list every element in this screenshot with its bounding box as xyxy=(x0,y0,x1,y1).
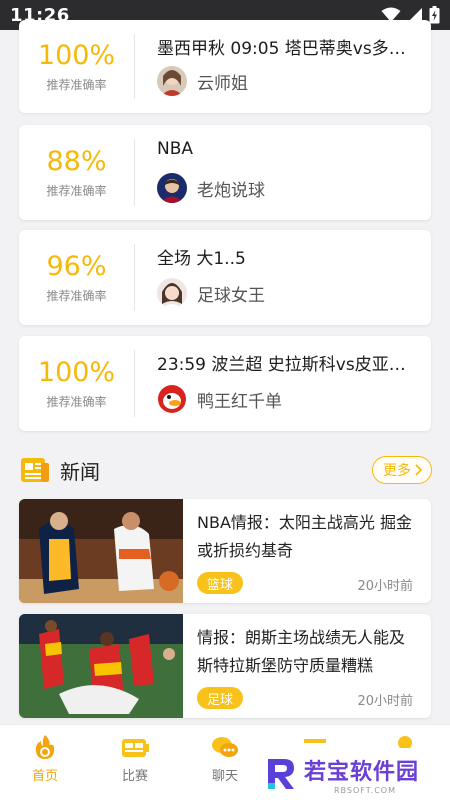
news-thumbnail xyxy=(19,499,183,603)
category-tag: 篮球 xyxy=(197,572,244,594)
match-icon xyxy=(122,739,149,757)
news-thumbnail xyxy=(19,614,183,718)
accuracy-rate: 96% xyxy=(46,251,107,282)
accuracy-rate: 88% xyxy=(46,146,107,177)
accuracy-label: 推荐准确率 xyxy=(46,289,107,303)
tip-title: 墨西甲秋 09:05 塔巴蒂奥vs多… xyxy=(157,39,406,59)
avatar xyxy=(157,66,187,96)
avatar xyxy=(157,173,187,203)
divider xyxy=(134,244,135,311)
divider xyxy=(134,139,135,206)
watermark-subtitle: RBSOFT.COM xyxy=(334,785,397,795)
home-fire-icon xyxy=(35,735,55,759)
author-name: 鸭王红千单 xyxy=(197,391,282,412)
avatar xyxy=(157,384,187,414)
tip-title: NBA xyxy=(157,139,194,159)
news-time: 20小时前 xyxy=(357,579,413,594)
tip-card[interactable]: 96% 推荐准确率 全场 大1..5 足球女王 xyxy=(19,230,431,325)
newspaper-icon xyxy=(21,458,49,482)
rate-box: 100% 推荐准确率 xyxy=(19,20,134,113)
watermark-text: 若宝软件园 RBSOFT.COM xyxy=(304,754,419,795)
watermark-title: 若宝软件园 xyxy=(304,759,420,785)
tip-title: 全场 大1..5 xyxy=(157,249,246,269)
chevron-right-icon xyxy=(415,464,423,476)
tip-card[interactable]: 100% 推荐准确率 23:59 波兰超 史拉斯科vs皮亚… 鸭王红千单 xyxy=(19,336,431,431)
news-headline: NBA情报：太阳主战高光 掘金或折损约基奇 xyxy=(197,513,412,560)
tip-author[interactable]: 老炮说球 xyxy=(157,173,265,203)
nav-label: 比赛 xyxy=(121,769,148,784)
battery-icon xyxy=(429,6,440,24)
rate-box: 100% 推荐准确率 xyxy=(19,336,134,431)
author-name: 足球女王 xyxy=(197,285,265,306)
divider xyxy=(134,34,135,99)
accuracy-label: 推荐准确率 xyxy=(46,395,107,409)
news-section-header: 新闻 更多 xyxy=(20,452,432,488)
tip-card[interactable]: 88% 推荐准确率 NBA 老炮说球 xyxy=(19,125,431,220)
accuracy-label: 推荐准确率 xyxy=(46,184,107,198)
avatar xyxy=(157,278,187,308)
tip-card[interactable]: 100% 推荐准确率 墨西甲秋 09:05 塔巴蒂奥vs多… 云师姐 xyxy=(19,20,431,113)
news-headline: 情报：朗斯主场战绩无人能及 斯特拉斯堡防守质量糟糕 xyxy=(197,628,406,675)
watermark: 若宝软件园 RBSOFT.COM xyxy=(250,748,450,800)
nav-label: 首页 xyxy=(31,769,58,784)
rate-box: 96% 推荐准确率 xyxy=(19,230,134,325)
nav-match[interactable]: 比赛 xyxy=(90,733,180,797)
author-name: 老炮说球 xyxy=(197,180,265,201)
news-time: 20小时前 xyxy=(357,694,413,709)
watermark-logo-icon xyxy=(268,759,294,789)
category-tag: 足球 xyxy=(197,687,244,709)
chat-icon xyxy=(212,737,238,757)
author-name: 云师姐 xyxy=(197,73,248,94)
tip-author[interactable]: 足球女王 xyxy=(157,278,265,308)
tip-author[interactable]: 云师姐 xyxy=(157,66,248,96)
accuracy-label: 推荐准确率 xyxy=(46,78,107,92)
news-card[interactable]: NBA情报：太阳主战高光 掘金或折损约基奇 篮球 20小时前 xyxy=(19,499,431,603)
divider xyxy=(134,350,135,417)
tip-author[interactable]: 鸭王红千单 xyxy=(157,384,282,414)
accuracy-rate: 100% xyxy=(37,40,116,71)
news-section-title: 新闻 xyxy=(60,459,100,484)
news-card[interactable]: 情报：朗斯主场战绩无人能及 斯特拉斯堡防守质量糟糕 足球 20小时前 xyxy=(19,614,431,718)
accuracy-rate: 100% xyxy=(37,357,116,388)
nav-label: 聊天 xyxy=(211,769,238,784)
tip-title: 23:59 波兰超 史拉斯科vs皮亚… xyxy=(157,355,406,375)
more-button-label: 更多 xyxy=(383,463,411,479)
nav-home[interactable]: 首页 xyxy=(0,733,90,797)
rate-box: 88% 推荐准确率 xyxy=(19,125,134,220)
more-button[interactable]: 更多 xyxy=(372,456,432,484)
